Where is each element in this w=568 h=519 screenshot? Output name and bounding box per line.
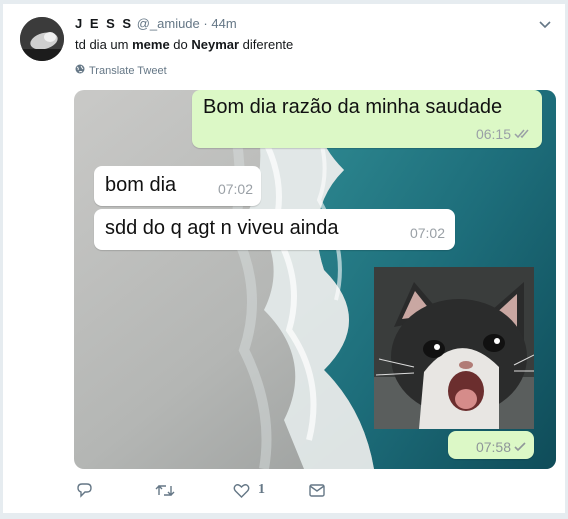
message-time: 06:15: [476, 126, 532, 142]
check-icon: [514, 439, 526, 455]
user-handle[interactable]: @_amiude: [137, 16, 200, 31]
tweet-media-image[interactable]: Bom dia razão da minha saudade 06:15 bom…: [74, 90, 556, 469]
chat-bubble-outgoing: Bom dia razão da minha saudade 06:15: [192, 90, 542, 148]
translate-tweet-link[interactable]: Translate Tweet: [75, 64, 167, 77]
display-name[interactable]: J E S S: [75, 16, 133, 31]
message-time: 07:02: [409, 225, 445, 241]
message-time: 07:02: [217, 181, 253, 197]
panel-border-top: [0, 0, 568, 4]
separator-dot: ·: [203, 16, 208, 31]
tweet-text-emphasis: Neymar: [191, 37, 240, 52]
tweet-text-part: diferente: [239, 37, 294, 52]
panel-border-left: [0, 0, 3, 519]
retweet-button[interactable]: [155, 483, 175, 498]
chevron-down-icon[interactable]: [538, 18, 552, 32]
heart-icon: [233, 483, 250, 498]
reply-button[interactable]: [76, 482, 93, 498]
message-time-text: 06:15: [475, 126, 511, 142]
message-text: Bom dia razão da minha saudade: [203, 96, 503, 118]
tweet-header: J E S S @_amiude · 44m: [75, 16, 237, 31]
panel-border-bottom: [0, 513, 568, 519]
tweet-text-part: do: [169, 37, 192, 52]
message-text: sdd do q agt n viveu ainda: [105, 217, 339, 239]
globe-icon: [75, 64, 85, 77]
chat-bubble-outgoing-time: 07:58: [448, 431, 534, 459]
tweet-actions: 1: [76, 482, 325, 498]
direct-message-button[interactable]: [309, 483, 325, 497]
retweet-icon: [155, 483, 175, 498]
translate-label: Translate Tweet: [89, 64, 167, 77]
double-check-icon: [514, 126, 532, 142]
envelope-icon: [309, 483, 325, 497]
like-count: 1: [258, 482, 265, 497]
avatar[interactable]: [20, 17, 64, 61]
chat-bubble-incoming: sdd do q agt n viveu ainda 07:02: [94, 209, 455, 250]
crying-cat-image: [374, 267, 534, 429]
message-text: bom dia: [105, 174, 177, 196]
chat-bubble-incoming: bom dia 07:02: [94, 166, 261, 206]
timestamp[interactable]: 44m: [211, 16, 236, 31]
tweet-text-part: td dia um: [75, 37, 133, 52]
message-time: 07:58: [476, 439, 526, 455]
reply-icon: [76, 482, 93, 498]
tweet-text-emphasis: meme: [132, 37, 170, 52]
message-time-text: 07:58: [475, 439, 511, 455]
tweet-text: td dia um meme do Neymar diferente: [75, 37, 293, 52]
like-button[interactable]: 1: [233, 482, 265, 498]
